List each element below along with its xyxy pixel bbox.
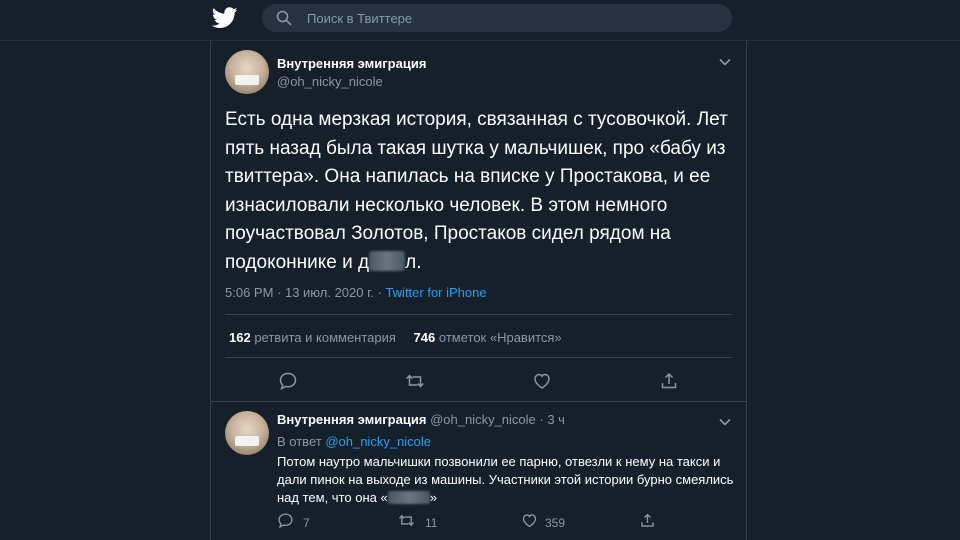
tweet-timestamp[interactable]: 5:06 PM · 13 июл. 2020 г. ·: [225, 285, 385, 300]
tweet-text-main: Есть одна мерзкая история, связанная с т…: [225, 109, 728, 273]
author-handle[interactable]: @oh_nicky_nicole: [277, 74, 383, 89]
search-icon: [276, 10, 292, 26]
reply-author-name[interactable]: Внутренняя эмиграция: [277, 412, 426, 427]
divider: [225, 357, 732, 358]
reply-icon[interactable]: [277, 512, 294, 529]
reply-text-end: »: [429, 490, 437, 505]
retweets-stat[interactable]: 162 ретвита и комментария: [229, 330, 396, 345]
twitter-bird-icon[interactable]: [212, 7, 238, 29]
like-count: 359: [545, 516, 566, 530]
reply-to-prefix: В ответ: [277, 434, 326, 449]
tweet-meta: 5:06 PM · 13 июл. 2020 г. · Twitter for …: [225, 285, 487, 300]
reply-header: Внутренняя эмиграция @oh_nicky_nicole · …: [277, 412, 565, 427]
redacted-blur: [369, 250, 406, 271]
retweet-icon[interactable]: [398, 512, 415, 529]
reply-text: Потом наутро мальчишки позвонили ее парн…: [277, 453, 737, 507]
author-name[interactable]: Внутренняя эмиграция: [277, 56, 426, 71]
reply-count: 7: [303, 516, 310, 530]
tweet-source-link[interactable]: Twitter for iPhone: [385, 285, 486, 300]
like-icon[interactable]: [532, 371, 552, 391]
reply-text-main: Потом наутро мальчишки позвонили ее парн…: [277, 454, 734, 505]
search-bar[interactable]: Поиск в Твиттере: [262, 4, 732, 32]
divider: [225, 314, 732, 315]
tweet-stats: 162 ретвита и комментария 746 отметок «Н…: [229, 330, 562, 345]
chevron-down-icon[interactable]: [719, 58, 731, 66]
share-icon[interactable]: [639, 512, 656, 529]
tweet-text-end: л.: [405, 251, 422, 273]
reply-author-handle[interactable]: @oh_nicky_nicole · 3 ч: [430, 412, 565, 427]
share-icon[interactable]: [659, 371, 679, 391]
reply-icon[interactable]: [278, 371, 298, 391]
chevron-down-icon[interactable]: [719, 418, 731, 426]
avatar[interactable]: [225, 50, 269, 94]
reply-to-line: В ответ @oh_nicky_nicole: [277, 434, 431, 449]
retweet-count: 11: [425, 516, 438, 530]
timeline-column: Внутренняя эмиграция @oh_nicky_nicole Ес…: [210, 41, 747, 540]
reply-avatar[interactable]: [225, 411, 269, 455]
redacted-blur: [387, 491, 430, 504]
tweet-separator: [211, 401, 746, 402]
likes-stat[interactable]: 746 отметок «Нравится»: [414, 330, 562, 345]
like-icon[interactable]: [521, 512, 538, 529]
retweet-icon[interactable]: [405, 371, 425, 391]
reply-to-link[interactable]: @oh_nicky_nicole: [325, 434, 431, 449]
top-bar: Поиск в Твиттере: [0, 0, 960, 41]
search-input[interactable]: Поиск в Твиттере: [307, 11, 412, 26]
tweet-text: Есть одна мерзкая история, связанная с т…: [225, 106, 730, 277]
